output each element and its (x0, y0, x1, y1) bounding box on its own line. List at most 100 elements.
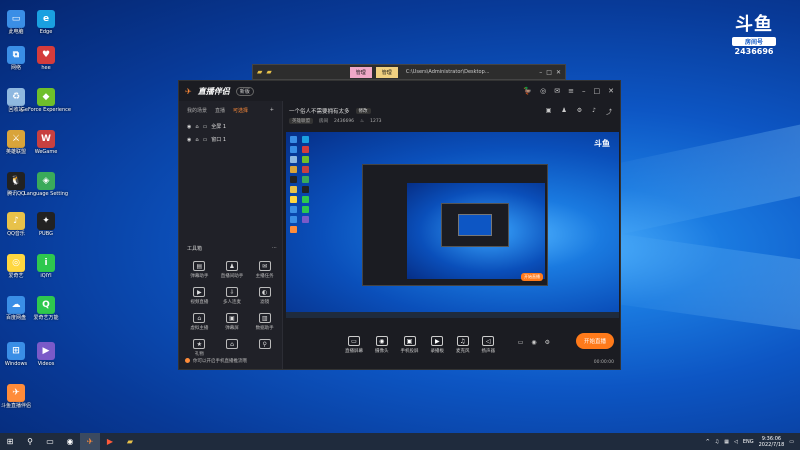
search-icon[interactable]: ⚲ (20, 433, 40, 450)
tool-item[interactable]: ▤ 弹幕助手 (183, 261, 216, 279)
file-explorer-window[interactable]: ▰ ▰ 管理 管理 C:\Users\Administrator\Desktop… (252, 64, 566, 80)
mic-icon[interactable]: ♫ (715, 439, 719, 445)
eye-icon[interactable]: ◉ (187, 124, 191, 130)
mail-icon[interactable]: ✉ (554, 87, 560, 95)
notice-icon (185, 358, 190, 363)
tool-item[interactable]: ▥ 数据助手 (248, 313, 281, 331)
desktop-icon[interactable]: Q 爱奇艺万能 (30, 296, 62, 321)
tool-item[interactable]: ♟ 直播间助手 (216, 261, 249, 279)
desktop-icon[interactable]: ♪ QQ音乐 (0, 212, 32, 237)
scene-item[interactable]: ◉ ⌂ ▭ 窗口 1 (179, 133, 282, 146)
lock-icon[interactable]: ⌂ (195, 137, 198, 143)
source-control[interactable]: ◁ 扬声器 (482, 336, 495, 354)
tab-live[interactable]: 直播 (215, 107, 225, 114)
desktop-icon[interactable]: ♥ hee (30, 46, 62, 71)
tool-item[interactable]: ⚲ (248, 339, 281, 357)
scene-item[interactable]: ◉ ⌂ ▭ 全屏 1 (179, 120, 282, 133)
skin-icon[interactable]: ◎ (540, 87, 546, 95)
explorer-taskbar-icon[interactable]: ▰ (120, 433, 140, 450)
tool-item[interactable]: ◐ 滤镜 (248, 287, 281, 305)
source-control[interactable]: ◉ 摄像头 (375, 336, 389, 354)
tool-label: 数据助手 (255, 326, 274, 331)
desktop-icon[interactable]: ⚔ 英雄联盟 (0, 130, 32, 155)
notification-icon[interactable]: ▭ (789, 439, 794, 445)
eye-icon[interactable]: ◉ (531, 339, 536, 346)
go-live-button[interactable]: 开始直播 (575, 333, 614, 349)
minimize-icon[interactable]: – (539, 69, 542, 76)
lock-icon[interactable]: ⌂ (195, 124, 198, 130)
desktop-icon[interactable]: ☁ 百度网盘 (0, 296, 32, 321)
close-icon[interactable]: ✕ (608, 87, 614, 95)
stream-preview[interactable]: 斗鱼 开始直播 (286, 132, 619, 318)
category-badge[interactable]: 英雄联盟 (289, 118, 313, 124)
explorer-tab-manage-2[interactable]: 管理 (375, 66, 398, 78)
app-icon: i (37, 254, 55, 272)
minimize-icon[interactable]: – (582, 87, 586, 95)
source-control[interactable]: ♫ 麦克风 (456, 336, 470, 354)
tool-item[interactable]: ✉ 主播任务 (248, 261, 281, 279)
edit-room-button[interactable]: 修改 (355, 108, 371, 114)
douyu-taskbar-icon[interactable]: ▶ (100, 433, 120, 450)
desktop-icon[interactable]: W WeGame (30, 130, 62, 155)
maximize-icon[interactable]: □ (594, 87, 601, 95)
tab-selectable[interactable]: 可选择 (233, 107, 248, 114)
add-scene-icon[interactable]: + (270, 107, 274, 114)
control-label: 麦克风 (456, 349, 470, 354)
desktop-icon[interactable]: ▭ 此电脑 (0, 10, 32, 35)
tray-chevron-icon[interactable]: ^ (706, 439, 710, 445)
tool-item[interactable]: ★ 礼物 (183, 339, 216, 357)
desktop-icon[interactable]: e Edge (30, 10, 62, 35)
desktop-icon-label: 腾讯QQ (7, 191, 25, 197)
app-icon: 🐧 (7, 172, 25, 190)
tool-item[interactable]: ⇩ 多人连麦 (216, 287, 249, 305)
eye-icon[interactable]: ◉ (187, 137, 191, 143)
gift-icon[interactable]: ▣ (546, 107, 552, 116)
desktop-icon[interactable]: ✦ PUBG (30, 212, 62, 237)
menu-icon[interactable]: ≡ (568, 87, 574, 95)
source-control[interactable]: ▣ 手机投屏 (401, 336, 419, 354)
explorer-tab-manage[interactable]: 管理 (349, 66, 372, 78)
desktop-icon[interactable]: ▶ Videos (30, 342, 62, 367)
mobile-live-notice[interactable]: 你可以开启手机直播推流哦 (185, 358, 247, 364)
app-icon: ◎ (7, 254, 25, 272)
volume-icon[interactable]: ◁ (734, 439, 738, 445)
maximize-icon[interactable]: □ (546, 69, 552, 76)
desktop-icon[interactable]: i iQIYI (30, 254, 62, 279)
start-icon[interactable]: ⊞ (0, 433, 20, 450)
desktop-icon[interactable]: ⧉ 网络 (0, 46, 32, 71)
desktop-icon-label: GeForce Experience (21, 107, 71, 113)
tool-item[interactable]: ▣ 弹幕屏 (216, 313, 249, 331)
desktop-icon[interactable]: ◈ Language Setting (24, 172, 68, 197)
nested-app-window (441, 203, 509, 247)
language-indicator[interactable]: ENG (743, 439, 754, 445)
tool-item[interactable]: ⌂ (216, 339, 249, 357)
tool-label: 直播间助手 (220, 274, 244, 279)
task-view-icon[interactable]: ▭ (40, 433, 60, 450)
duck-avatar-icon[interactable]: 🦆 (523, 87, 532, 95)
source-control[interactable]: ▶ 录播板 (431, 336, 444, 354)
desktop-icon-label: WeGame (34, 149, 58, 155)
desktop-icon[interactable]: ◎ 爱奇艺 (0, 254, 32, 279)
desktop-icon-label: 爱奇艺万能 (33, 315, 59, 321)
source-control[interactable]: ▭ 直播屏幕 (345, 336, 363, 354)
user-icon[interactable]: ♟ (561, 107, 566, 116)
tab-my-scenes[interactable]: 我的场景 (187, 107, 207, 114)
bell-icon[interactable]: ♪ (592, 107, 596, 116)
toolbox-grid: ▤ 弹幕助手 ♟ 直播间助手 ✉ 主播任务 ▶ 视频直播 ⇩ 多人连麦 ◐ 滤镜 ⌂ 虚拟主播 ▣ 弹幕屏 ▥ 数… (183, 261, 281, 357)
camera-app-icon[interactable]: ◉ (60, 433, 80, 450)
version-badge[interactable]: 新版 (235, 86, 254, 96)
network-icon[interactable]: ▦ (724, 439, 729, 445)
clock[interactable]: 9:36:06 2022/7/18 (759, 436, 785, 448)
tool-item[interactable]: ▶ 视频直播 (183, 287, 216, 305)
desktop-icon[interactable]: ◆ GeForce Experience (21, 88, 71, 113)
close-icon[interactable]: ✕ (556, 69, 561, 76)
more-icon[interactable]: ⋯ (272, 245, 277, 252)
desktop-icon[interactable]: ✈ 斗鱼直播伴侣 (0, 384, 32, 409)
settings-icon[interactable]: ⚙ (545, 339, 550, 346)
settings-icon[interactable]: ⚙ (577, 107, 582, 116)
camera-icon[interactable]: ▭ (518, 339, 524, 346)
tool-item[interactable]: ⌂ 虚拟主播 (183, 313, 216, 331)
share-icon[interactable]: ⤴ (606, 107, 612, 116)
live-companion-taskbar-icon[interactable]: ✈ (80, 433, 100, 450)
desktop-icon[interactable]: ⊞ Windows (0, 342, 32, 367)
